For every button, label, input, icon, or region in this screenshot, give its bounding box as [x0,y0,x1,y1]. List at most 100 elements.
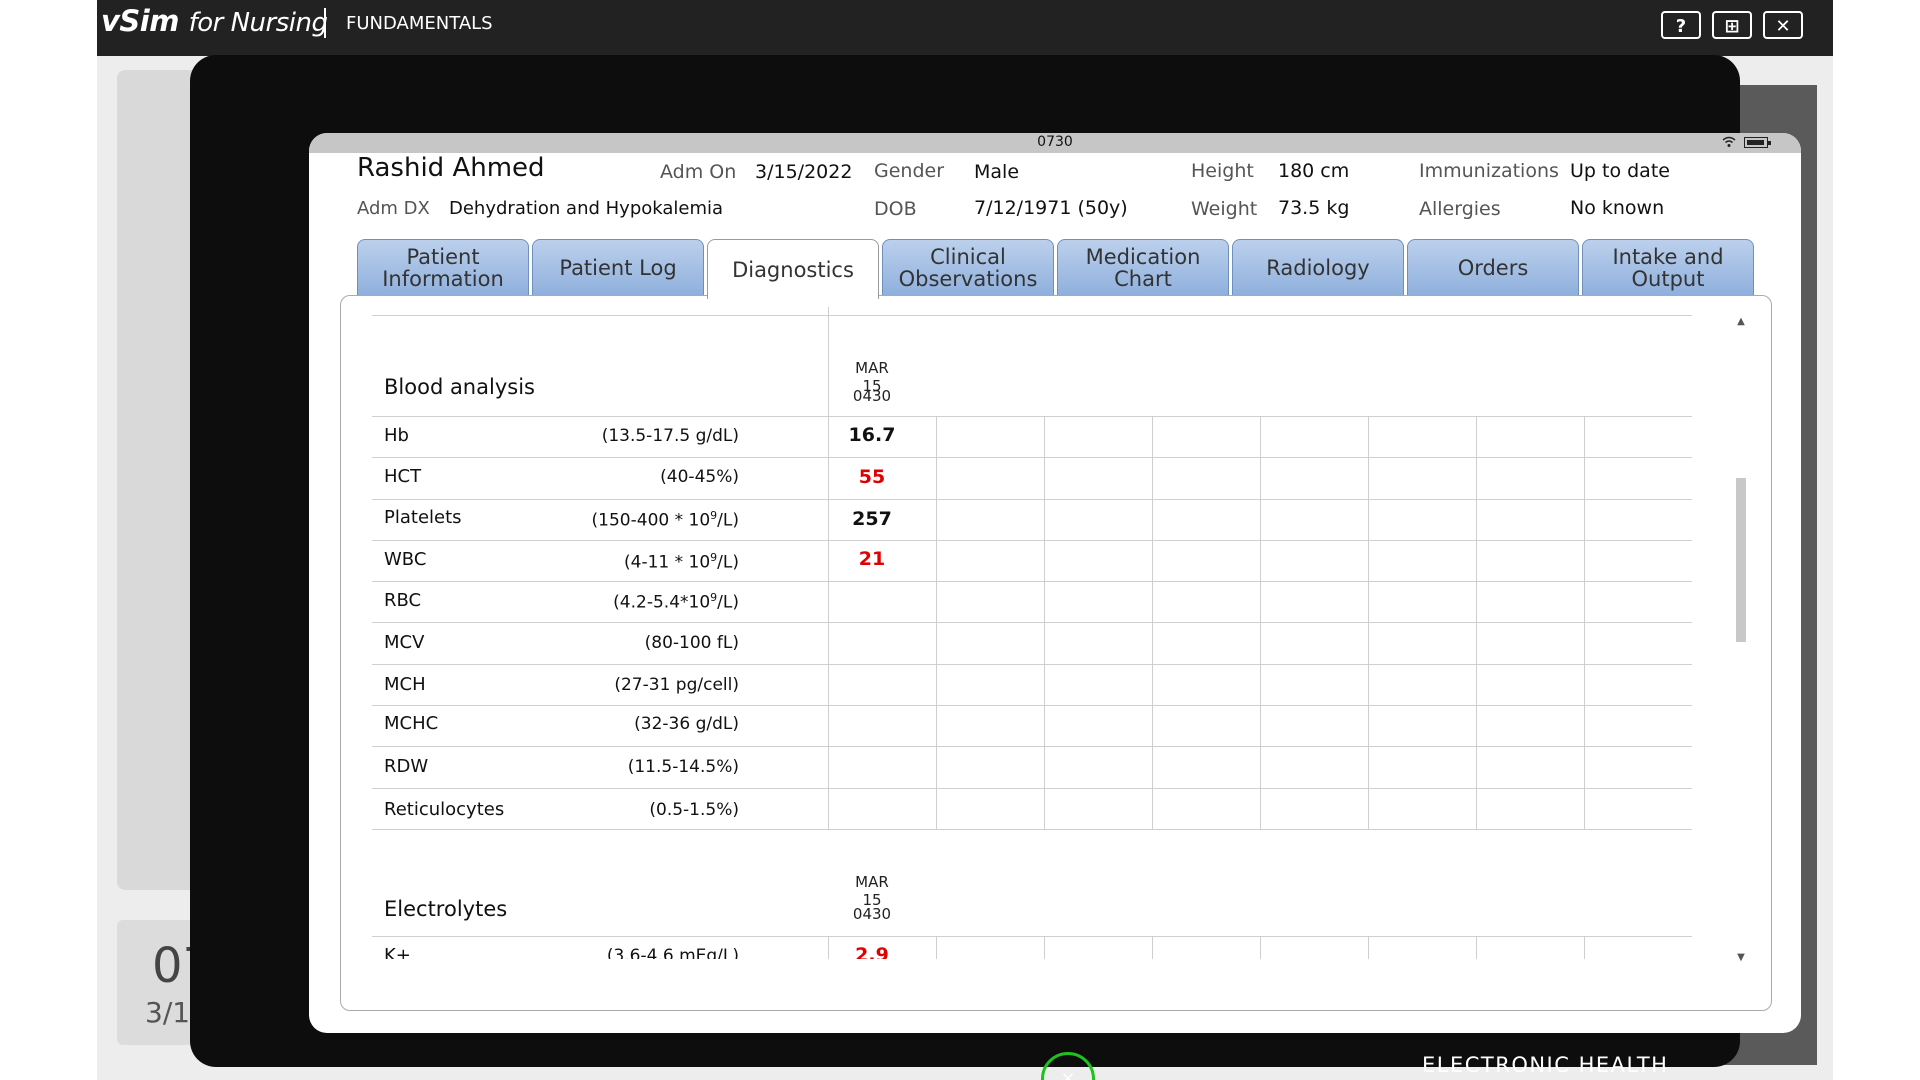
lab-value: 16.7 [848,424,896,446]
grid-icon[interactable]: ⊞ [1712,11,1752,39]
lab-value: 257 [852,508,892,530]
lab-range: (0.5-1.5%) [649,800,739,820]
lab-name: HCT [384,466,422,487]
row-divider [372,315,1692,316]
adm-on-value: 3/15/2022 [755,161,853,183]
lab-range: (40-45%) [660,467,739,487]
tab-patient-log[interactable]: Patient Log [532,239,704,295]
allergies-label: Allergies [1419,198,1501,220]
scroll-thumb[interactable] [1736,478,1746,642]
blood-analysis-title: Blood analysis [384,375,535,399]
range-text: (150-400 * 10 [591,510,711,531]
dob-value: 7/12/1971 (50y) [974,197,1128,219]
column-divider [1476,936,1477,959]
lab-results-grid[interactable]: MAR 15 0430 Blood analysis Hb (13.5-17.5… [372,307,1692,959]
tab-orders[interactable]: Orders [1407,239,1579,295]
lab-range: (11.5-14.5%) [627,757,739,777]
height-value: 180 cm [1278,160,1350,182]
lab-value-abnormal: 2.9 [855,944,889,959]
column-divider [1044,416,1045,829]
weight-value: 73.5 kg [1278,197,1350,219]
brand-prefix: vSim [101,4,179,38]
tab-patient-information[interactable]: Patient Information [357,239,529,295]
wifi-icon [1722,136,1736,147]
scroll-up-arrow-icon[interactable]: ▲ [1735,316,1747,328]
adm-dx-label: Adm DX [357,198,430,219]
lab-range: (4.2-5.4*109/L) [613,591,739,613]
range-text: /L) [717,552,739,573]
row-divider [372,457,1692,458]
column-divider [1260,936,1261,959]
vertical-scrollbar[interactable]: ▲ ▼ [1735,316,1747,964]
row-divider [372,416,1692,417]
column-divider [1152,936,1153,959]
column-divider [1044,936,1045,959]
allergies-value: No known [1570,197,1665,219]
column-divider [936,936,937,959]
lab-name: Hb [384,425,409,446]
row-divider [372,746,1692,747]
tab-clinical-observations[interactable]: Clinical Observations [882,239,1054,295]
electrolytes-column-time: 0430 [852,905,892,923]
lab-range: (13.5-17.5 g/dL) [601,426,739,446]
brand-logo: vSim for Nursing [101,4,328,38]
row-divider [372,936,1692,937]
lab-name: MCHC [384,713,439,734]
column-divider [1260,416,1261,829]
lab-range: (150-400 * 109/L) [592,509,739,531]
lab-range: (32-36 g/dL) [634,714,739,734]
range-text: /L) [717,592,739,613]
row-divider [372,829,1692,830]
lab-range: (4-11 * 109/L) [624,551,739,573]
ehr-screen: 0730 Rashid Ahmed Adm On 3/15/2022 Gende… [309,133,1801,1033]
tab-label: Intake and [1612,244,1724,269]
row-divider [372,499,1692,500]
tab-radiology[interactable]: Radiology [1232,239,1404,295]
column-divider [1584,936,1585,959]
column-divider [1368,416,1369,829]
column-divider [1476,416,1477,829]
range-text: /L) [717,510,739,531]
brand-divider [324,8,326,38]
tab-diagnostics[interactable]: Diagnostics [707,239,879,299]
row-divider [372,622,1692,623]
status-clock: 0730 [1037,134,1073,150]
module-name: FUNDAMENTALS [346,13,493,34]
row-divider [372,540,1692,541]
lab-name: Platelets [384,507,462,528]
tablet-device: 0730 Rashid Ahmed Adm On 3/15/2022 Gende… [190,55,1801,1080]
electrolytes-column-date: MAR 15 [855,873,889,909]
range-text: (4-11 * 10 [624,552,711,573]
lab-name: K+ [384,945,411,959]
tab-label: Observations [898,266,1038,291]
app-frame: vSim for Nursing FUNDAMENTALS ? ⊞ ✕ 07 3… [97,0,1833,1080]
diagnostics-panel: MAR 15 0430 Blood analysis Hb (13.5-17.5… [340,295,1772,1011]
lab-range: (27-31 pg/cell) [614,675,739,695]
tab-label: Radiology [1266,255,1370,280]
column-divider [828,307,829,829]
immunizations-label: Immunizations [1419,160,1559,182]
lab-name: MCH [384,674,426,695]
tab-label: Orders [1457,255,1529,280]
tab-medication-chart[interactable]: Medication Chart [1057,239,1229,295]
help-button[interactable]: ? [1661,11,1701,39]
close-app-button[interactable]: ✕ [1763,11,1803,39]
row-divider [372,664,1692,665]
blood-column-time: 0430 [852,387,892,405]
tab-label: Clinical [930,244,1006,269]
tab-label: Information [382,266,504,291]
tab-label: Patient [406,244,480,269]
row-divider [372,581,1692,582]
column-divider [1152,416,1153,829]
lab-name: RDW [384,756,429,777]
scroll-down-arrow-icon[interactable]: ▼ [1735,952,1747,964]
column-divider [1368,936,1369,959]
top-bar: vSim for Nursing FUNDAMENTALS ? ⊞ ✕ [97,0,1833,56]
lab-range: (3.6-4.6 mEq/L) [606,946,739,959]
dob-label: DOB [874,198,917,220]
tab-intake-and-output[interactable]: Intake and Output [1582,239,1754,295]
brand-suffix: for Nursing [188,8,328,38]
close-ehr-button[interactable]: × [1041,1052,1095,1080]
battery-icon [1744,137,1771,148]
tab-label: Medication Chart [1085,244,1201,291]
